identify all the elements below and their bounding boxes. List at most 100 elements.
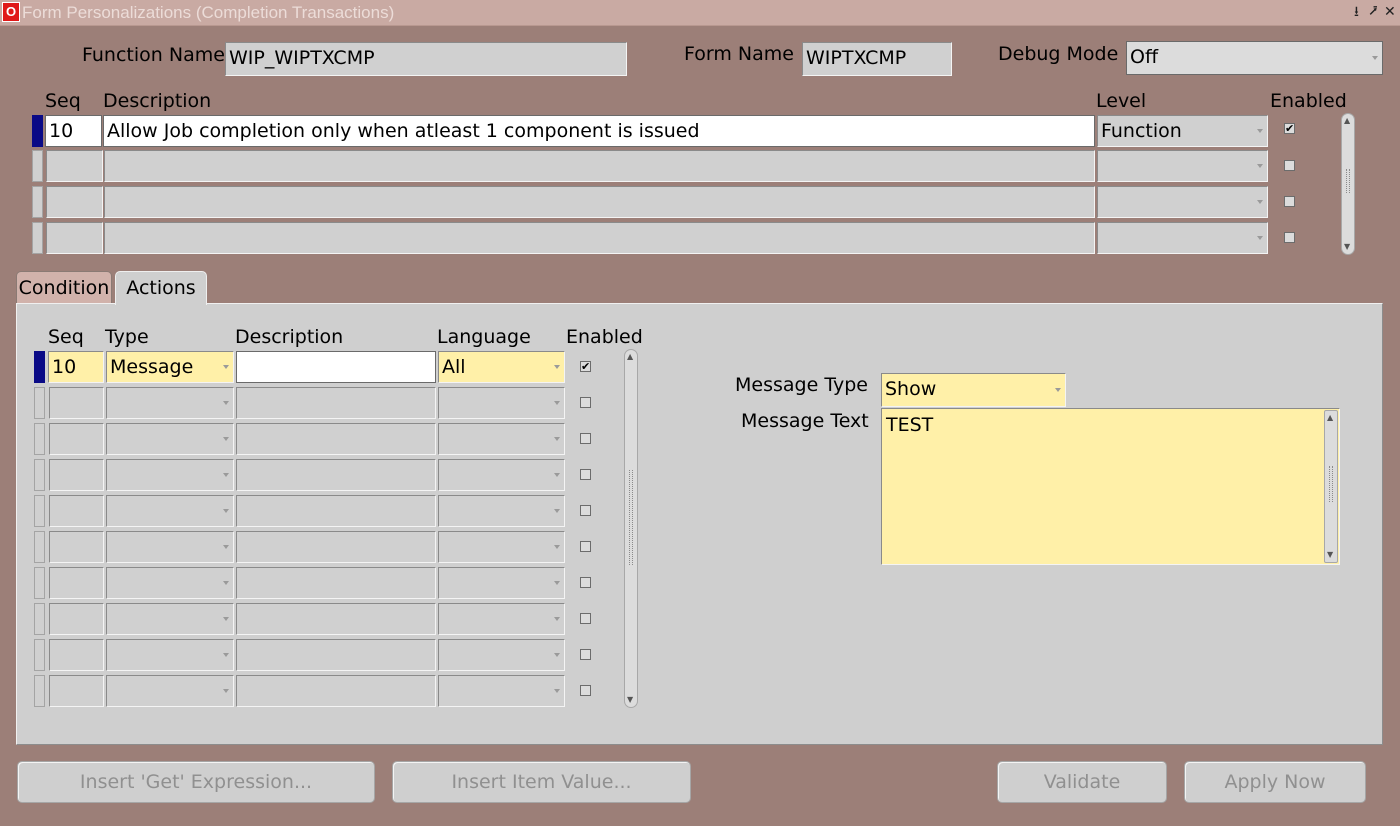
rule-row-indicator[interactable] (32, 222, 43, 254)
action-row-indicator[interactable] (34, 423, 45, 455)
scroll-down-icon[interactable]: ▼ (1344, 243, 1350, 251)
close-icon[interactable]: ✕ (1384, 4, 1396, 20)
minimize-icon[interactable]: ⭳ (1354, 4, 1359, 20)
action-description-field[interactable] (236, 495, 436, 527)
action-language-select[interactable] (438, 387, 565, 419)
rule-description-field[interactable]: Allow Job completion only when atleast 1… (103, 115, 1095, 147)
action-description-field[interactable] (236, 639, 436, 671)
action-language-select[interactable] (438, 531, 565, 563)
action-seq-field[interactable] (49, 531, 104, 563)
action-seq-field[interactable]: 10 (48, 351, 104, 383)
actions-scrollbar[interactable]: ▲ ▼ (624, 349, 638, 708)
rule-row-indicator[interactable] (32, 115, 43, 147)
rule-level-select[interactable] (1097, 186, 1268, 218)
action-description-field[interactable] (236, 423, 436, 455)
action-row-indicator[interactable] (34, 459, 45, 491)
rule-seq-field[interactable]: 10 (45, 115, 102, 147)
action-enabled-checkbox[interactable] (580, 433, 591, 444)
action-enabled-checkbox[interactable] (580, 505, 591, 516)
action-seq-field[interactable] (49, 603, 104, 635)
action-enabled-checkbox[interactable] (580, 649, 591, 660)
rule-seq-field[interactable] (46, 222, 103, 254)
action-enabled-checkbox[interactable] (580, 469, 591, 480)
action-description-field[interactable] (236, 675, 436, 707)
scroll-up-icon[interactable]: ▲ (1344, 117, 1350, 125)
form-name-field[interactable]: WIPTXCMP (802, 42, 952, 76)
action-row-indicator[interactable] (34, 603, 45, 635)
action-type-select[interactable] (106, 639, 234, 671)
scroll-grip-icon[interactable] (629, 470, 633, 565)
message-text-area[interactable]: TEST (881, 408, 1340, 565)
rule-enabled-checkbox[interactable]: ✔ (1284, 123, 1295, 134)
action-type-select[interactable] (106, 459, 234, 491)
action-row-indicator[interactable] (34, 675, 45, 707)
scroll-down-icon[interactable]: ▼ (1327, 551, 1333, 559)
action-enabled-checkbox[interactable] (580, 613, 591, 624)
rule-seq-field[interactable] (46, 150, 103, 182)
action-language-select[interactable] (438, 459, 565, 491)
action-enabled-checkbox[interactable] (580, 541, 591, 552)
tab-condition[interactable]: Condition (16, 271, 112, 305)
scroll-grip-icon[interactable] (1346, 169, 1350, 193)
action-type-select[interactable] (106, 387, 234, 419)
scroll-grip-icon[interactable] (1329, 466, 1333, 502)
action-language-select[interactable] (438, 603, 565, 635)
insert-item-value-button[interactable]: Insert Item Value... (392, 761, 691, 803)
action-seq-field[interactable] (49, 387, 104, 419)
action-row-indicator[interactable] (34, 639, 45, 671)
action-type-select[interactable] (106, 603, 234, 635)
scroll-down-icon[interactable]: ▼ (627, 696, 633, 704)
tab-actions[interactable]: Actions (115, 271, 207, 305)
function-name-field[interactable]: WIP_WIPTXCMP (225, 42, 627, 76)
insert-get-expression-button[interactable]: Insert 'Get' Expression... (17, 761, 375, 803)
apply-now-button[interactable]: Apply Now (1184, 761, 1366, 803)
rule-enabled-checkbox[interactable] (1284, 232, 1295, 243)
rule-description-field[interactable] (104, 186, 1095, 218)
debug-mode-select[interactable]: Off (1126, 41, 1383, 75)
action-language-select[interactable] (438, 675, 565, 707)
rule-row-indicator[interactable] (32, 186, 43, 218)
action-seq-field[interactable] (49, 639, 104, 671)
rule-enabled-checkbox[interactable] (1284, 160, 1295, 171)
action-description-field[interactable] (236, 531, 436, 563)
rule-level-select[interactable] (1097, 150, 1268, 182)
message-type-select[interactable]: Show (881, 373, 1066, 407)
action-enabled-checkbox[interactable]: ✔ (580, 361, 591, 372)
action-seq-field[interactable] (49, 675, 104, 707)
action-language-select[interactable] (438, 495, 565, 527)
action-description-field[interactable] (236, 387, 436, 419)
rule-level-select[interactable] (1097, 222, 1268, 254)
action-seq-field[interactable] (49, 459, 104, 491)
action-enabled-checkbox[interactable] (580, 685, 591, 696)
scroll-up-icon[interactable]: ▲ (1327, 414, 1333, 422)
action-language-select[interactable] (438, 423, 565, 455)
rule-description-field[interactable] (104, 150, 1095, 182)
action-row-indicator[interactable] (34, 495, 45, 527)
rule-description-field[interactable] (104, 222, 1095, 254)
action-language-select[interactable] (438, 567, 565, 599)
action-type-select[interactable] (106, 423, 234, 455)
action-type-select[interactable] (106, 495, 234, 527)
action-enabled-checkbox[interactable] (580, 577, 591, 588)
scroll-up-icon[interactable]: ▲ (627, 353, 633, 361)
validate-button[interactable]: Validate (997, 761, 1167, 803)
rule-enabled-checkbox[interactable] (1284, 196, 1295, 207)
action-type-select[interactable] (106, 531, 234, 563)
action-row-indicator[interactable] (34, 387, 45, 419)
action-row-indicator[interactable] (34, 351, 45, 383)
action-type-select[interactable] (106, 675, 234, 707)
action-description-field[interactable] (236, 459, 436, 491)
action-seq-field[interactable] (49, 423, 104, 455)
action-language-select[interactable]: All (438, 351, 565, 383)
rule-level-select[interactable]: Function (1097, 115, 1268, 147)
action-language-select[interactable] (438, 639, 565, 671)
action-type-select[interactable]: Message (106, 351, 234, 383)
action-enabled-checkbox[interactable] (580, 397, 591, 408)
action-seq-field[interactable] (49, 495, 104, 527)
action-row-indicator[interactable] (34, 531, 45, 563)
rule-row-indicator[interactable] (32, 150, 43, 182)
action-seq-field[interactable] (49, 567, 104, 599)
action-row-indicator[interactable] (34, 567, 45, 599)
action-description-field[interactable] (236, 603, 436, 635)
action-description-field[interactable] (236, 351, 436, 383)
